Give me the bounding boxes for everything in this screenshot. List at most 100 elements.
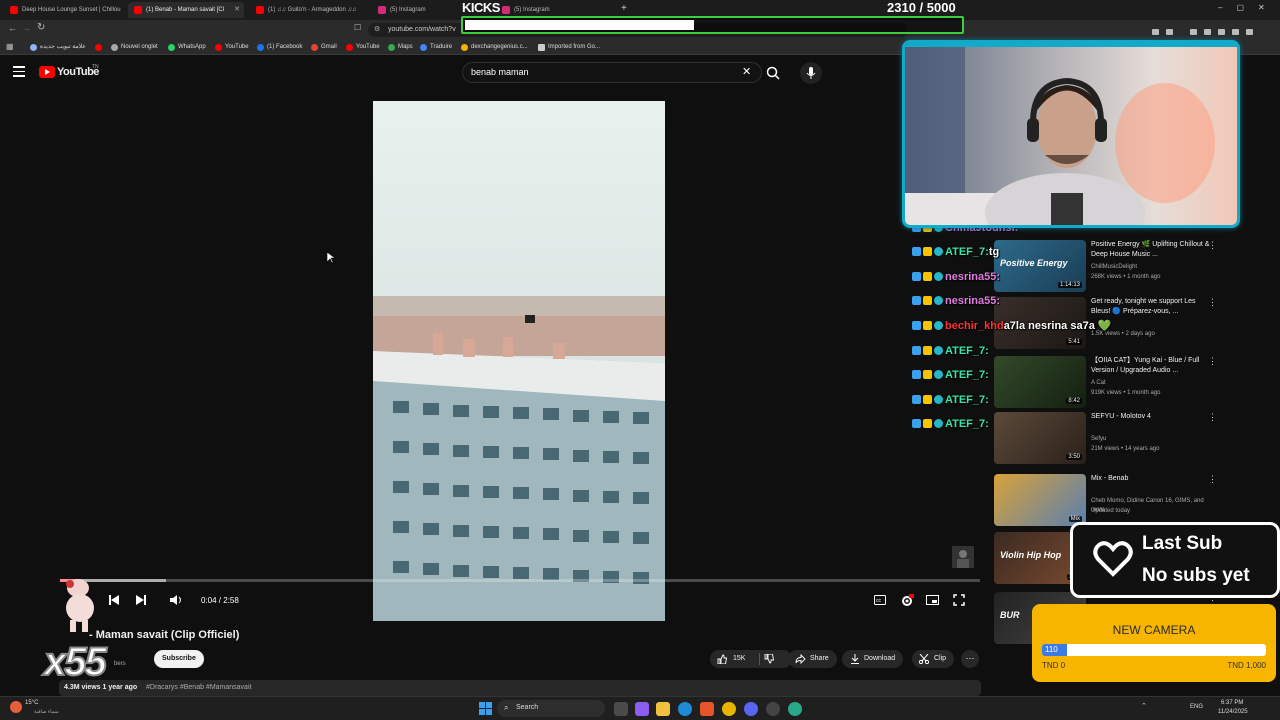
- file-explorer-icon[interactable]: [656, 702, 670, 716]
- close-tab-icon[interactable]: ✕: [234, 2, 240, 18]
- obs-icon[interactable]: [766, 702, 780, 716]
- recommendation-channel[interactable]: Sefyu: [1091, 435, 1211, 444]
- more-options-icon[interactable]: ⋮: [1208, 474, 1217, 485]
- bookmark-folder[interactable]: Imported from Go...: [538, 42, 600, 52]
- divider: [759, 653, 760, 665]
- more-options-icon[interactable]: ⋮: [1208, 356, 1217, 367]
- recommendation-item[interactable]: Positive Energy 1:14:13 Positive Energy 🌿 …: [994, 240, 1224, 298]
- recommendation-title[interactable]: Get ready, tonight we support Les Bleus!…: [1091, 297, 1211, 317]
- description-box[interactable]: 4.3M views 1 year ago #Dracarys #Benab #…: [59, 680, 981, 696]
- bookmark-item[interactable]: Maps: [388, 42, 413, 52]
- recommendation-title[interactable]: Positive Energy 🌿 Uplifting Chillout & D…: [1091, 240, 1211, 260]
- taskbar-search-box[interactable]: ⌕ Search: [497, 700, 605, 717]
- miniplayer-icon[interactable]: [926, 595, 939, 608]
- recommendation-stats: Updated today: [1091, 508, 1131, 514]
- clock-time[interactable]: 6:37 PM: [1221, 700, 1243, 706]
- apps-grid-icon[interactable]: ▦: [6, 42, 14, 51]
- bookmark-item[interactable]: YouTube: [346, 42, 380, 52]
- window-controls[interactable]: –▢✕: [1218, 3, 1279, 12]
- share-button[interactable]: Share: [788, 650, 837, 668]
- recommendation-title[interactable]: 【OIIA CAT】Yung Kai - Blue / Full Version…: [1091, 356, 1211, 376]
- chrome-icon[interactable]: [722, 702, 736, 716]
- verified-badge-icon: [912, 247, 921, 256]
- browser-tab-active[interactable]: (1) Benab - Maman savait [Cl ✕: [128, 2, 244, 18]
- bookmark-item[interactable]: Traduire: [420, 42, 452, 52]
- video-progress-bar[interactable]: [60, 579, 980, 582]
- crown-badge-icon: [923, 296, 932, 305]
- menu-icon[interactable]: [13, 66, 25, 77]
- back-arrow-icon[interactable]: ←: [8, 23, 17, 33]
- youtube-logo-icon[interactable]: [39, 66, 55, 78]
- mouse-cursor-icon: [326, 251, 336, 269]
- search-icon[interactable]: [766, 66, 780, 85]
- search-input[interactable]: benab maman ✕: [462, 62, 762, 83]
- previous-icon[interactable]: [108, 594, 120, 609]
- extension-icons[interactable]: [1150, 24, 1260, 35]
- video-thumbnail[interactable]: 3:50: [994, 412, 1086, 464]
- forward-arrow-icon[interactable]: →: [22, 23, 31, 33]
- bookmark-item[interactable]: Nouvel onglet: [111, 42, 158, 52]
- clear-search-icon[interactable]: ✕: [742, 63, 751, 82]
- edge-icon[interactable]: [678, 702, 692, 716]
- sub-badge-icon: [934, 296, 943, 305]
- copilot-icon[interactable]: [635, 702, 649, 716]
- tray-chevron-icon[interactable]: ⌃: [1141, 702, 1147, 710]
- recommendation-item[interactable]: 3:50 SEFYU - Molotov 4 Sefyu 21M views • 14…: [994, 412, 1224, 470]
- bookmark-icon[interactable]: ☐: [354, 23, 361, 32]
- bookmark-item[interactable]: (1) Facebook: [257, 42, 302, 52]
- recommendation-channel[interactable]: A Cat: [1091, 379, 1211, 388]
- bookmark-item[interactable]: WhatsApp: [168, 42, 206, 52]
- clock-date[interactable]: 11/24/2025: [1218, 709, 1248, 715]
- voice-search-button[interactable]: [800, 62, 822, 84]
- youtube-favicon-icon: [10, 6, 18, 14]
- new-tab-button[interactable]: +: [621, 3, 627, 14]
- browser-tab[interactable]: (5) Instagram: [372, 2, 462, 18]
- app-icon[interactable]: [788, 702, 802, 716]
- site-info-icon[interactable]: ⚙: [374, 23, 380, 37]
- thumbnail-text: Positive Energy: [1000, 258, 1068, 268]
- instagram-favicon-icon: [502, 6, 510, 14]
- dislike-button[interactable]: [764, 653, 775, 672]
- video-player[interactable]: [373, 101, 665, 621]
- task-view-icon[interactable]: [614, 702, 628, 716]
- settings-gear-icon[interactable]: [900, 594, 915, 611]
- bookmark-item[interactable]: dexchangegenius.c...: [461, 42, 528, 52]
- next-icon[interactable]: [135, 594, 147, 609]
- channel-watermark-image[interactable]: [952, 546, 974, 568]
- last-sub-title: Last Sub: [1142, 533, 1223, 554]
- bookmark-item[interactable]: Gmail: [311, 42, 337, 52]
- captions-icon[interactable]: cc: [874, 595, 886, 608]
- more-options-icon[interactable]: ⋮: [1208, 297, 1217, 308]
- recommendation-title[interactable]: Mix - Benab: [1091, 474, 1211, 484]
- recommendation-title[interactable]: SEFYU - Molotov 4: [1091, 412, 1211, 422]
- chat-username: bechir_khd: [945, 320, 1004, 332]
- reload-icon[interactable]: ↻: [37, 22, 45, 33]
- brave-icon[interactable]: [700, 702, 714, 716]
- more-options-icon[interactable]: ⋮: [1208, 240, 1217, 251]
- windows-start-icon[interactable]: [479, 702, 492, 720]
- bookmark-item[interactable]: علامة تبويب جديدة: [30, 42, 86, 52]
- clip-button[interactable]: Clip: [912, 650, 955, 668]
- recommendation-channel[interactable]: ChillMusicDelight: [1091, 263, 1211, 272]
- bookmark-item[interactable]: YouTube: [215, 42, 249, 52]
- video-thumbnail[interactable]: Positive Energy 1:14:13: [994, 240, 1086, 292]
- like-button[interactable]: [717, 654, 728, 672]
- subscribe-button[interactable]: Subscribe: [154, 650, 204, 668]
- hashtags[interactable]: #Dracarys #Benab #Mamansavait: [146, 684, 251, 691]
- taskbar-search-label: Search: [516, 704, 539, 711]
- bookmark-item[interactable]: [95, 42, 105, 52]
- fullscreen-icon[interactable]: [953, 594, 965, 609]
- video-thumbnail[interactable]: Mix: [994, 474, 1086, 526]
- more-options-icon[interactable]: ⋮: [1208, 412, 1217, 423]
- browser-tab[interactable]: (1) ♫♫ Guito'n - Armageddon ♫♫: [250, 2, 368, 18]
- language-indicator[interactable]: ENG: [1190, 704, 1203, 710]
- volume-icon[interactable]: [169, 594, 183, 609]
- weather-icon[interactable]: [10, 701, 22, 713]
- video-thumbnail[interactable]: 8:42: [994, 356, 1086, 408]
- discord-icon[interactable]: [744, 702, 758, 716]
- browser-tab[interactable]: Deep House Lounge Sunset | Chillou: [4, 2, 124, 18]
- folder-icon: [538, 44, 545, 51]
- more-actions-icon[interactable]: ⋯: [961, 650, 979, 668]
- download-button[interactable]: Download: [842, 650, 904, 668]
- recommendation-item[interactable]: 8:42 【OIIA CAT】Yung Kai - Blue / Full Ver…: [994, 356, 1224, 414]
